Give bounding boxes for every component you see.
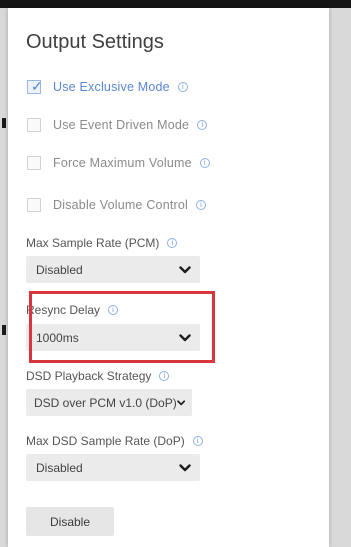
disable-volume-control-label: Disable Volume Control (53, 198, 189, 212)
event-driven-mode-checkbox[interactable] (27, 118, 41, 132)
max-sample-rate-label: Max Sample Rate (PCM) (26, 236, 160, 250)
info-icon[interactable]: i (197, 120, 208, 130)
max-dsd-rate-value: Disabled (36, 460, 83, 475)
max-dsd-rate-field-label: Max DSD Sample Rate (DoP) i (26, 434, 203, 448)
window-top-strip (0, 0, 351, 8)
background-right-edge (329, 8, 351, 547)
max-dsd-rate-label: Max DSD Sample Rate (DoP) (26, 434, 185, 448)
checkmark-icon: ✓ (31, 78, 43, 94)
exclusive-mode-checkbox[interactable]: ✓ (27, 78, 43, 94)
disable-button[interactable]: Disable (26, 507, 114, 536)
dsd-playback-value: DSD over PCM v1.0 (DoP) (34, 395, 177, 410)
background-mark (2, 118, 6, 128)
chevron-down-icon (176, 399, 185, 405)
max-dsd-rate-select[interactable]: Disabled (26, 454, 200, 481)
background-mark (2, 325, 6, 335)
info-icon[interactable]: i (177, 82, 188, 92)
resync-delay-highlight-box (29, 291, 215, 363)
max-sample-rate-value: Disabled (36, 262, 83, 277)
event-driven-mode-label: Use Event Driven Mode (53, 118, 190, 132)
exclusive-mode-option[interactable]: ✓ Use Exclusive Mode i (27, 78, 188, 96)
panel-title: Output Settings (26, 31, 164, 53)
chevron-down-icon (179, 463, 191, 471)
force-max-volume-label: Force Maximum Volume (53, 156, 192, 170)
force-max-volume-option[interactable]: Force Maximum Volume i (27, 154, 210, 172)
max-sample-rate-field-label: Max Sample Rate (PCM) i (26, 236, 178, 250)
output-settings-panel: Output Settings ✓ Use Exclusive Mode i U… (8, 8, 329, 547)
dsd-playback-field-label: DSD Playback Strategy i (26, 369, 170, 383)
exclusive-mode-label: Use Exclusive Mode (53, 80, 170, 94)
chevron-down-icon (179, 265, 191, 273)
info-icon[interactable]: i (159, 371, 170, 381)
max-sample-rate-select[interactable]: Disabled (26, 256, 200, 283)
dsd-playback-label: DSD Playback Strategy (26, 369, 152, 383)
info-icon[interactable]: i (167, 238, 178, 248)
info-icon[interactable]: i (199, 158, 210, 168)
background-left-edge (0, 8, 8, 547)
disable-volume-control-option[interactable]: Disable Volume Control i (27, 196, 207, 214)
event-driven-mode-option[interactable]: Use Event Driven Mode i (27, 116, 208, 134)
force-max-volume-checkbox[interactable] (27, 156, 41, 170)
info-icon[interactable]: i (192, 436, 203, 446)
dsd-playback-select[interactable]: DSD over PCM v1.0 (DoP) (26, 389, 192, 416)
disable-volume-control-checkbox[interactable] (27, 198, 41, 212)
info-icon[interactable]: i (196, 200, 207, 210)
